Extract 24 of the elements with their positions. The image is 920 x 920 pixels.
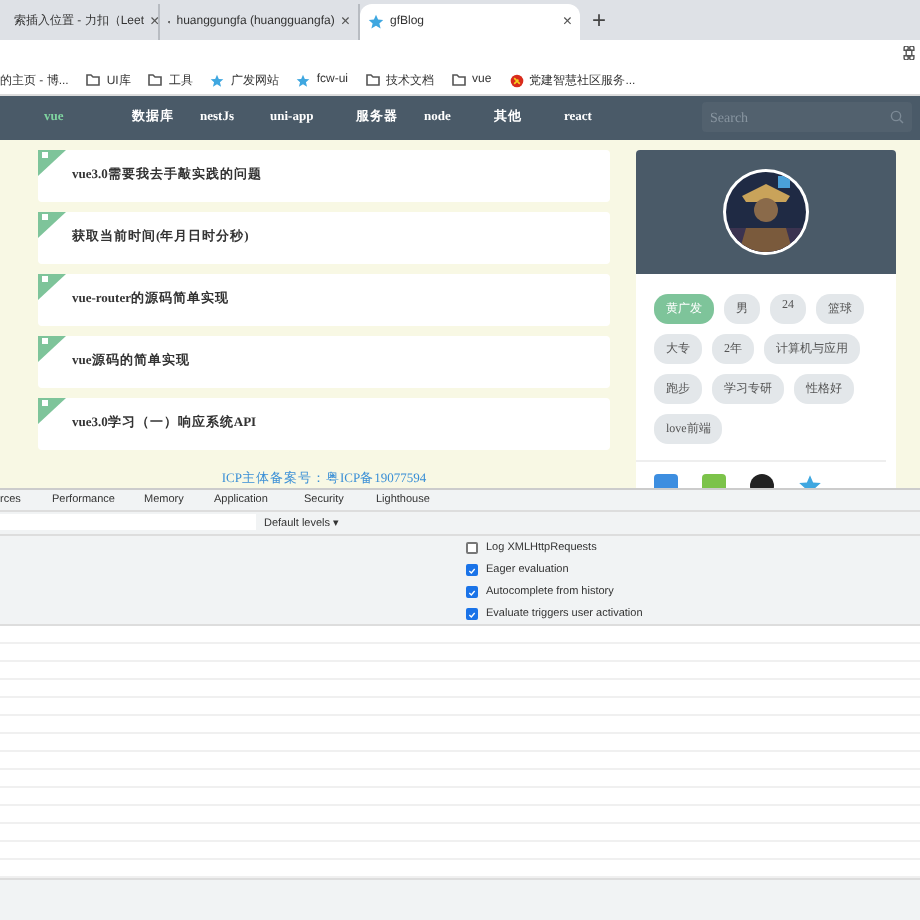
new-tab-button[interactable]: +: [592, 5, 607, 34]
star-icon: [210, 73, 225, 88]
search-icon: [890, 110, 904, 125]
close-icon[interactable]: ×: [340, 12, 350, 31]
folder-icon: [86, 74, 101, 87]
checkbox[interactable]: [466, 608, 478, 621]
checkbox[interactable]: [466, 564, 478, 577]
corner-ribbon-icon: [38, 149, 66, 176]
star-icon: [368, 13, 384, 30]
filter-field[interactable]: [0, 514, 256, 531]
star-icon: [296, 73, 311, 88]
corner-ribbon-icon: [38, 211, 66, 238]
corner-ribbon-icon: [38, 397, 66, 424]
emblem-icon: [509, 73, 524, 88]
folder-icon: [452, 74, 467, 87]
checkbox[interactable]: [466, 542, 478, 555]
close-icon[interactable]: ×: [562, 12, 572, 31]
folder-icon: [148, 74, 163, 87]
corner-ribbon-icon: [38, 335, 66, 362]
command-icon[interactable]: [902, 45, 916, 60]
corner-ribbon-icon: [38, 273, 66, 300]
folder-icon: [366, 74, 381, 87]
close-icon[interactable]: ×: [150, 12, 160, 31]
checkbox[interactable]: [466, 586, 478, 599]
